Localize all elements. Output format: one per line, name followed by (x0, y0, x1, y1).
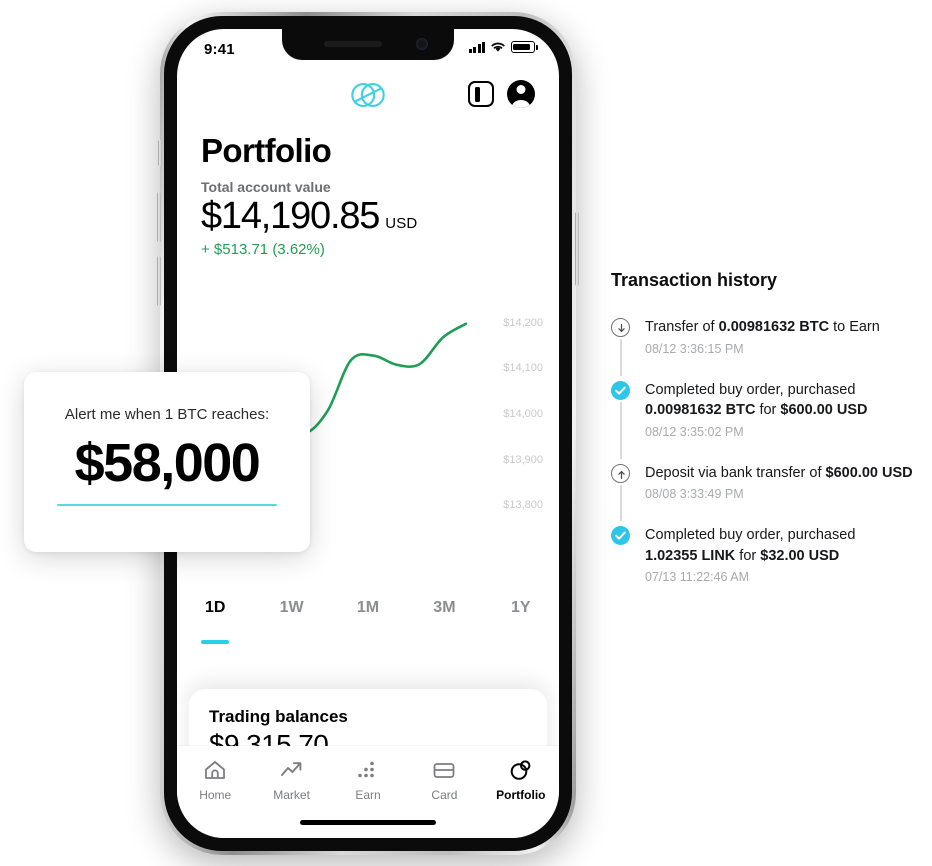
nav-item-label: Card (431, 788, 458, 802)
status-bar-indicators (468, 41, 538, 53)
status-bar-time: 9:41 (204, 41, 235, 58)
nav-item-label: Portfolio (496, 788, 546, 802)
transaction-row[interactable]: Completed buy order, purchased 1.02355 LI… (611, 525, 921, 584)
tx-line2-bold2: $600.00 USD (780, 402, 868, 419)
tx-line2-bold2: $32.00 USD (760, 547, 840, 564)
arrow-down-circle-icon (611, 318, 630, 337)
price-alert-card[interactable]: Alert me when 1 BTC reaches: $58,000 (24, 372, 310, 552)
chart-y-tick-label: $13,800 (503, 499, 543, 512)
credit-card-icon (431, 758, 457, 782)
transaction-description: Completed buy order, purchased 1.02355 LI… (645, 525, 921, 566)
tx-text-post: to Earn (829, 319, 880, 335)
device-notch (282, 29, 454, 60)
transaction-history-panel: Transaction history Transfer of 0.009816… (611, 270, 921, 584)
transaction-timestamp: 08/12 3:35:02 PM (645, 424, 744, 439)
tx-line2-bold: 0.00981632 BTC (645, 402, 756, 419)
trading-balances-title: Trading balances (209, 707, 348, 726)
nav-item-home[interactable]: Home (177, 758, 253, 802)
tx-text-pre: Transfer of (645, 319, 719, 335)
transaction-connector-line (620, 401, 622, 459)
range-tab-3m[interactable]: 3M (406, 597, 482, 641)
total-account-value: $14,190.85 USD (201, 197, 417, 235)
transaction-connector-line (620, 339, 622, 376)
range-tab-label: 1M (356, 599, 380, 616)
range-tab-label: 1D (204, 599, 226, 616)
nav-item-earn[interactable]: Earn (330, 758, 406, 802)
account-amount: $14,190.85 (201, 195, 380, 237)
transaction-row[interactable]: Transfer of 0.00981632 BTC to Earn 08/12 … (611, 317, 921, 376)
tx-line2-mid: for (755, 402, 781, 419)
dots-triangle-icon (355, 758, 381, 782)
nav-item-label: Market (273, 788, 310, 802)
range-tab-label: 1Y (511, 599, 531, 616)
range-tab-label: 1W (279, 599, 304, 616)
screenshot-root: 9:41 Portfolio Total account value $14,1… (0, 0, 932, 866)
tx-text-pre: Completed buy order, purchased (645, 381, 856, 398)
account-avatar-icon[interactable] (507, 80, 535, 108)
nav-item-label: Earn (355, 788, 381, 802)
home-icon (202, 758, 228, 782)
range-tab-1d[interactable]: 1D (177, 597, 253, 644)
transaction-history-heading: Transaction history (611, 270, 778, 290)
tx-text-pre: Completed buy order, purchased (645, 527, 856, 544)
tx-line2-mid: for (735, 547, 761, 564)
nav-item-label: Home (199, 788, 232, 802)
range-tab-1y[interactable]: 1Y (483, 597, 559, 641)
range-tab-1m[interactable]: 1M (330, 597, 406, 641)
wifi-icon (491, 42, 505, 52)
check-circle-icon (611, 526, 630, 546)
volume-down-button[interactable] (157, 256, 161, 306)
transaction-timestamp: 08/12 3:36:15 PM (645, 341, 744, 356)
range-tab-1w[interactable]: 1W (253, 597, 329, 641)
transaction-timestamp: 07/13 11:22:46 AM (645, 570, 750, 585)
check-circle-icon (611, 380, 630, 400)
nav-item-portfolio[interactable]: Portfolio (483, 758, 559, 802)
arrow-up-circle-icon (611, 463, 630, 483)
transaction-timestamp: 08/08 3:33:49 PM (645, 487, 744, 502)
volume-up-button[interactable] (157, 192, 161, 242)
transaction-row[interactable]: Completed buy order, purchased 0.00981632… (611, 380, 921, 459)
chart-y-tick-label: $14,100 (503, 362, 543, 375)
home-indicator (300, 820, 436, 825)
tx-text-bold: $600.00 USD (825, 464, 913, 481)
transaction-description: Deposit via bank transfer of $600.00 USD (645, 463, 921, 484)
transaction-row[interactable]: Deposit via bank transfer of $600.00 USD… (611, 463, 921, 521)
account-currency: USD (385, 215, 418, 232)
cellular-bars-icon (468, 41, 485, 53)
transaction-description: Transfer of 0.00981632 BTC to Earn (645, 317, 921, 338)
total-account-value-label: Total account value (201, 179, 331, 195)
transaction-description: Completed buy order, purchased 0.00981632… (645, 380, 921, 421)
tx-text-bold: 0.00981632 BTC (718, 319, 830, 335)
front-camera (416, 38, 428, 50)
nav-item-card[interactable]: Card (406, 758, 482, 802)
sidebar-panel-icon[interactable] (468, 81, 494, 107)
chart-y-tick-label: $14,200 (503, 316, 543, 329)
transaction-list: Transfer of 0.00981632 BTC to Earn 08/12 … (611, 317, 921, 584)
nav-item-market[interactable]: Market (253, 758, 329, 802)
price-alert-question: Alert me when 1 BTC reaches: (64, 406, 270, 423)
transaction-connector-line (620, 484, 622, 521)
trending-up-arrow-icon (279, 758, 305, 782)
range-tab-label: 3M (433, 599, 456, 616)
tx-text-pre: Deposit via bank transfer of (645, 464, 826, 481)
chart-y-tick-label: $14,000 (503, 408, 543, 420)
app-header (177, 76, 559, 124)
power-button[interactable] (575, 212, 579, 286)
chart-y-tick-label: $13,900 (503, 453, 543, 466)
price-alert-underline (57, 504, 277, 506)
battery-icon (511, 41, 538, 53)
range-tab-indicator (201, 640, 230, 644)
chart-y-axis: $14,200 $14,100 $14,000 $13,900 $13,800 (473, 279, 543, 589)
mute-switch[interactable] (158, 140, 162, 166)
earpiece-speaker (324, 41, 382, 47)
gemini-logo-icon (351, 83, 385, 107)
account-change: + $513.71 (3.62%) (201, 241, 325, 258)
chart-range-tabs[interactable]: 1D 1W 1M 3M 1Y (177, 597, 559, 644)
page-title: Portfolio (201, 132, 332, 169)
tx-line2-bold: 1.02355 LINK (645, 547, 736, 564)
portfolio-circles-icon (508, 758, 534, 782)
price-alert-value-input[interactable]: $58,000 (24, 432, 310, 494)
